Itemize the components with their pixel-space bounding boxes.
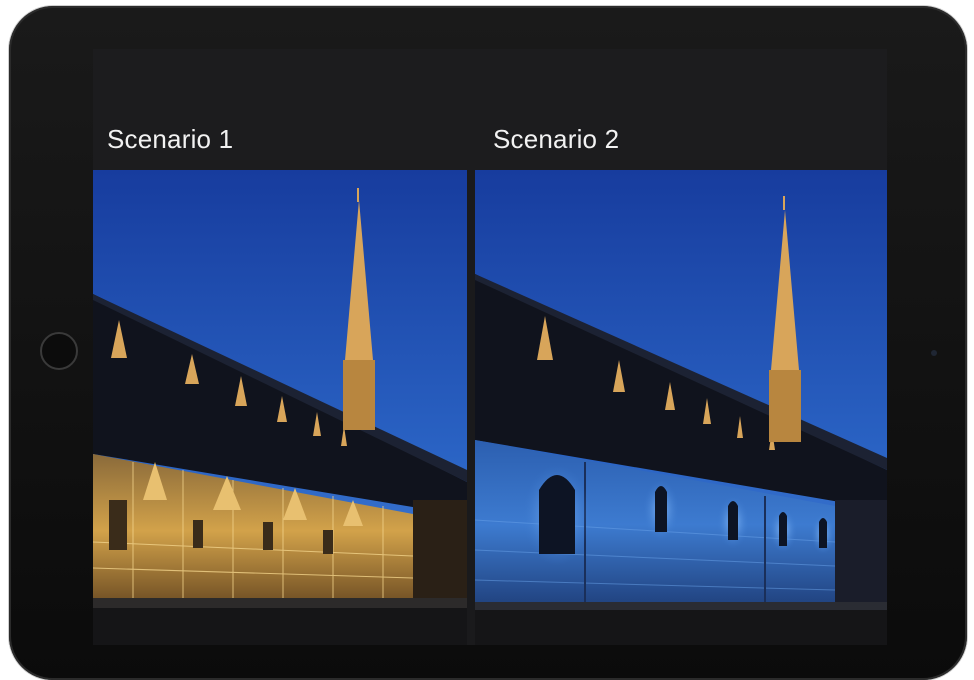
scenario-2-image[interactable] [475,170,887,645]
building-scene-2 [475,170,887,645]
home-button[interactable] [40,332,78,370]
panel-divider [467,170,475,645]
scenario-1-image[interactable] [93,170,467,645]
scenario-2-label: Scenario 2 [493,124,620,154]
scenario-header: Scenario 1 Scenario 2 [93,49,887,170]
camera-icon [931,350,937,356]
building-scene-1 [93,170,467,645]
app-screen: Scenario 1 Scenario 2 [93,49,887,645]
scenario-1-label: Scenario 1 [107,124,234,154]
